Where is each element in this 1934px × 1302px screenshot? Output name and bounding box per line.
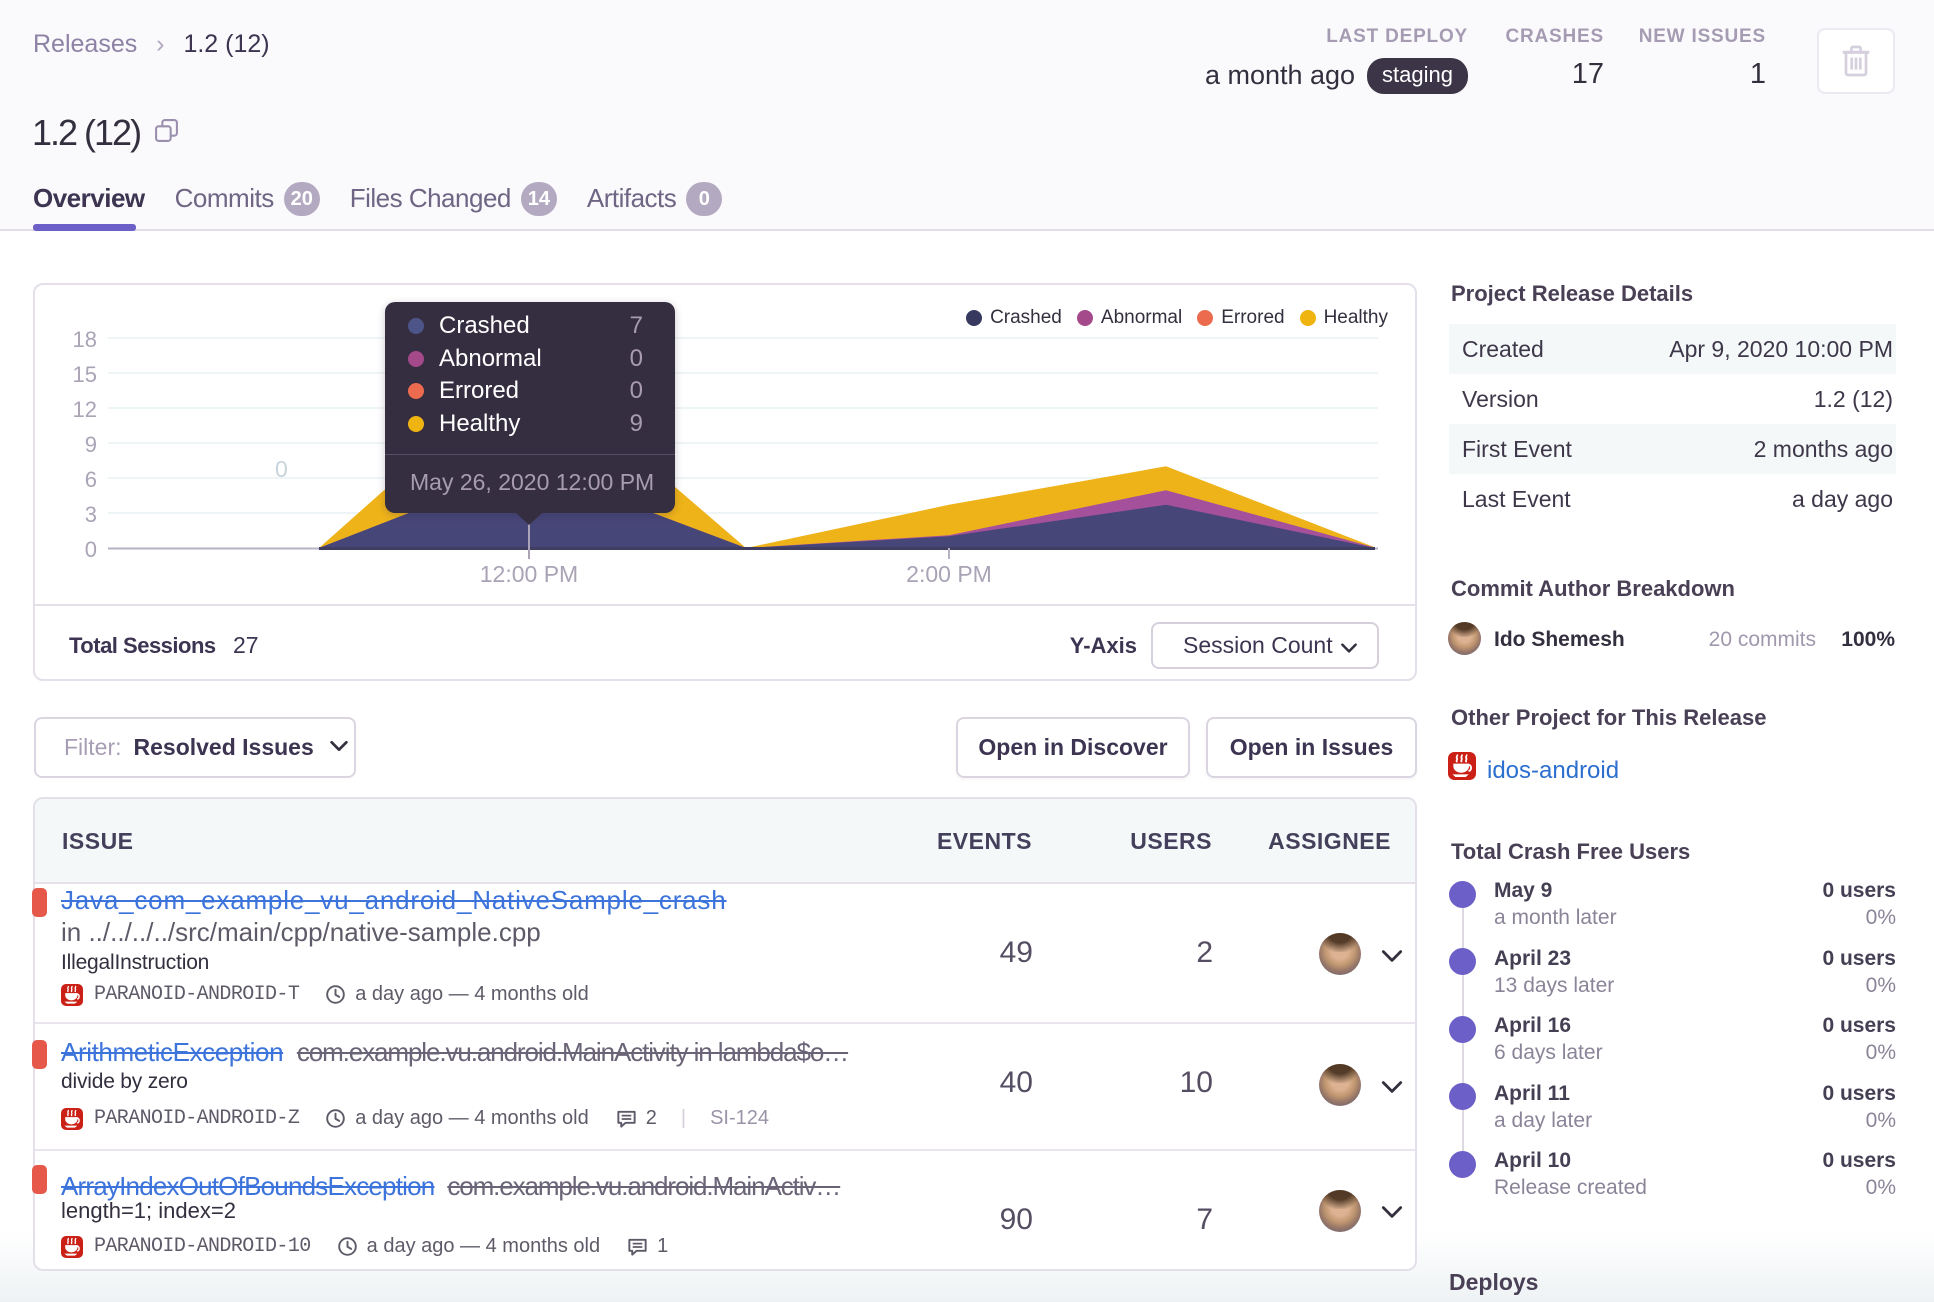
- svg-text:3: 3: [85, 502, 97, 527]
- svg-text:0: 0: [275, 456, 288, 482]
- svg-text:15: 15: [73, 362, 97, 387]
- svg-text:12: 12: [73, 397, 97, 422]
- svg-text:6: 6: [85, 467, 97, 492]
- svg-text:9: 9: [85, 432, 97, 457]
- svg-text:0: 0: [85, 537, 97, 562]
- svg-text:12:00 PM: 12:00 PM: [480, 561, 578, 587]
- svg-text:2:00 PM: 2:00 PM: [906, 561, 992, 587]
- svg-text:18: 18: [73, 327, 97, 352]
